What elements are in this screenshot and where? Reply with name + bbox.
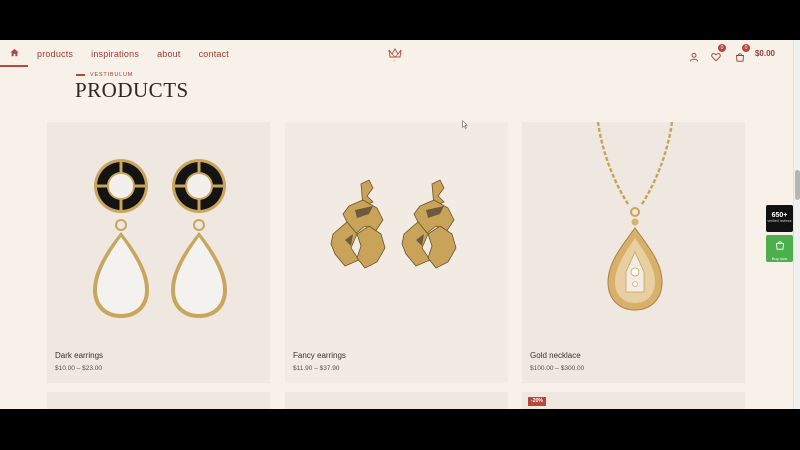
buy-now-widget[interactable]: Buy now xyxy=(766,235,793,262)
product-name[interactable]: Gold necklace xyxy=(530,351,581,360)
fancy-earrings-image xyxy=(330,179,457,269)
mouse-cursor-icon xyxy=(462,120,468,129)
page-title: PRODUCTS xyxy=(75,78,189,102)
page-scrollbar[interactable] xyxy=(793,40,800,409)
nav-item-about[interactable]: about xyxy=(157,49,181,59)
letterbox-top xyxy=(0,0,800,40)
product-price: $10.00 – $23.00 xyxy=(55,365,102,372)
cart-count-badge: 0 xyxy=(741,43,750,52)
wishlist-count-badge: 0 xyxy=(717,43,726,52)
product-image-gold-necklace[interactable] xyxy=(522,121,745,340)
header-actions: 0 0 $0.00 xyxy=(689,40,775,67)
product-card-partial[interactable] xyxy=(47,392,270,409)
product-card[interactable]: Dark earrings $10.00 – $23.00 xyxy=(47,122,270,383)
main-nav: products inspirations about contact xyxy=(37,40,229,67)
nav-item-contact[interactable]: contact xyxy=(199,49,229,59)
eyebrow-rule xyxy=(76,74,85,76)
product-image-dark-earrings[interactable] xyxy=(47,122,270,340)
nav-item-inspirations[interactable]: inspirations xyxy=(91,49,139,59)
sale-badge: -20% xyxy=(528,397,546,406)
user-icon xyxy=(690,52,698,61)
reviews-count: 650+ xyxy=(771,212,788,219)
nav-home[interactable] xyxy=(0,40,28,67)
cart-total[interactable]: $0.00 xyxy=(755,49,775,58)
product-name[interactable]: Dark earrings xyxy=(55,351,103,360)
cart-button[interactable]: 0 xyxy=(735,43,750,62)
home-icon xyxy=(9,48,19,57)
scrollbar-thumb[interactable] xyxy=(795,170,800,200)
shopping-bag-icon xyxy=(735,52,744,62)
product-card-partial[interactable] xyxy=(285,392,508,409)
logo-mark: ◦◦ xyxy=(393,58,396,63)
shopping-bag-icon xyxy=(775,241,784,250)
reviews-widget[interactable]: 650+ verified reviews xyxy=(766,205,793,232)
buy-now-label: Buy now xyxy=(771,256,788,261)
product-price: $11.90 – $37.90 xyxy=(293,365,340,372)
product-card[interactable]: Gold necklace $100.00 – $300.00 xyxy=(522,121,745,383)
browser-viewport: products inspirations about contact ◦◦ 0… xyxy=(0,40,800,409)
site-logo[interactable]: ◦◦ xyxy=(388,46,402,63)
account-button[interactable] xyxy=(689,49,699,61)
product-card[interactable]: Fancy earrings $11.90 – $37.90 xyxy=(285,122,508,383)
wishlist-button[interactable]: 0 xyxy=(711,43,726,61)
reviews-label: verified reviews xyxy=(767,219,792,223)
dark-earrings-image xyxy=(93,159,227,318)
product-price: $100.00 – $300.00 xyxy=(530,365,585,372)
product-card-partial[interactable] xyxy=(522,392,745,409)
letterbox-bottom xyxy=(0,409,800,450)
heart-icon xyxy=(711,52,721,61)
site-header: products inspirations about contact ◦◦ 0… xyxy=(0,40,793,67)
gold-necklace-image xyxy=(596,121,674,311)
nav-item-products[interactable]: products xyxy=(37,49,73,59)
product-name[interactable]: Fancy earrings xyxy=(293,351,346,360)
product-image-fancy-earrings[interactable] xyxy=(285,122,508,340)
